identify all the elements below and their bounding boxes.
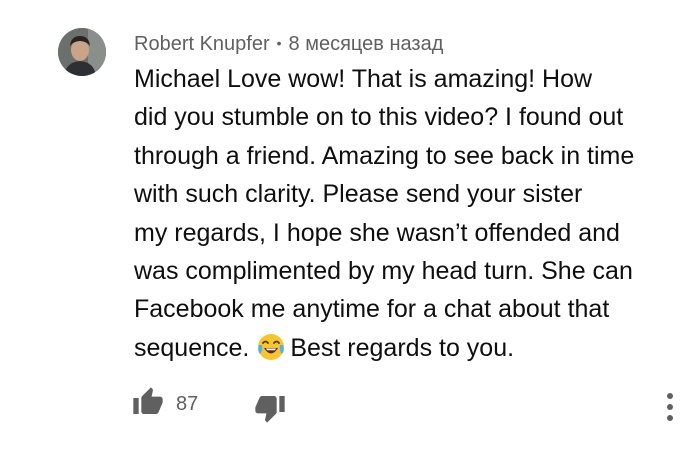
- more-vert-icon: [667, 393, 673, 421]
- comment-text-line: my regards, I hope she wasn’t offended a…: [134, 218, 620, 247]
- comment-timestamp[interactable]: 8 месяцев назад: [289, 33, 444, 55]
- avatar[interactable]: [58, 28, 106, 76]
- comment-action-bar: 87: [0, 380, 700, 430]
- comment-text-line: was complimented by my head turn. She ca…: [134, 256, 633, 285]
- thumbs-down-icon: [255, 396, 285, 423]
- comment-thread-item: Robert Knupfer • 8 месяцев назад Michael L…: [0, 0, 700, 450]
- dislike-button[interactable]: [254, 392, 286, 424]
- comment-meta: Robert Knupfer • 8 месяцев назад: [134, 31, 443, 56]
- like-button[interactable]: [132, 386, 164, 418]
- comment-text-segment: sequence.: [134, 333, 250, 362]
- comment-text-line: did you stumble on to this video? I foun…: [134, 103, 624, 132]
- more-options-button[interactable]: [660, 390, 680, 424]
- meta-separator: •: [276, 35, 282, 51]
- thumbs-up-icon: [133, 387, 163, 414]
- comment-text-line: Michael Love wow! That is amazing! How: [134, 65, 593, 93]
- comment-text-line: with such clarity. Please send your sist…: [134, 180, 583, 209]
- comment-text-line: Facebook me anytime for a chat about tha…: [134, 295, 610, 324]
- like-count: 87: [176, 393, 199, 415]
- laughing-crying-emoji-icon: [256, 332, 286, 362]
- comment-text: Michael Love wow! That is amazing! How d…: [134, 60, 674, 367]
- author-name[interactable]: Robert Knupfer: [134, 33, 270, 55]
- comment-text-segment: Best regards to you.: [290, 333, 515, 362]
- comment-text-line: through a friend. Amazing to see back in…: [134, 141, 635, 170]
- comment-text-line-last: sequence. Best regards to you.: [134, 329, 674, 367]
